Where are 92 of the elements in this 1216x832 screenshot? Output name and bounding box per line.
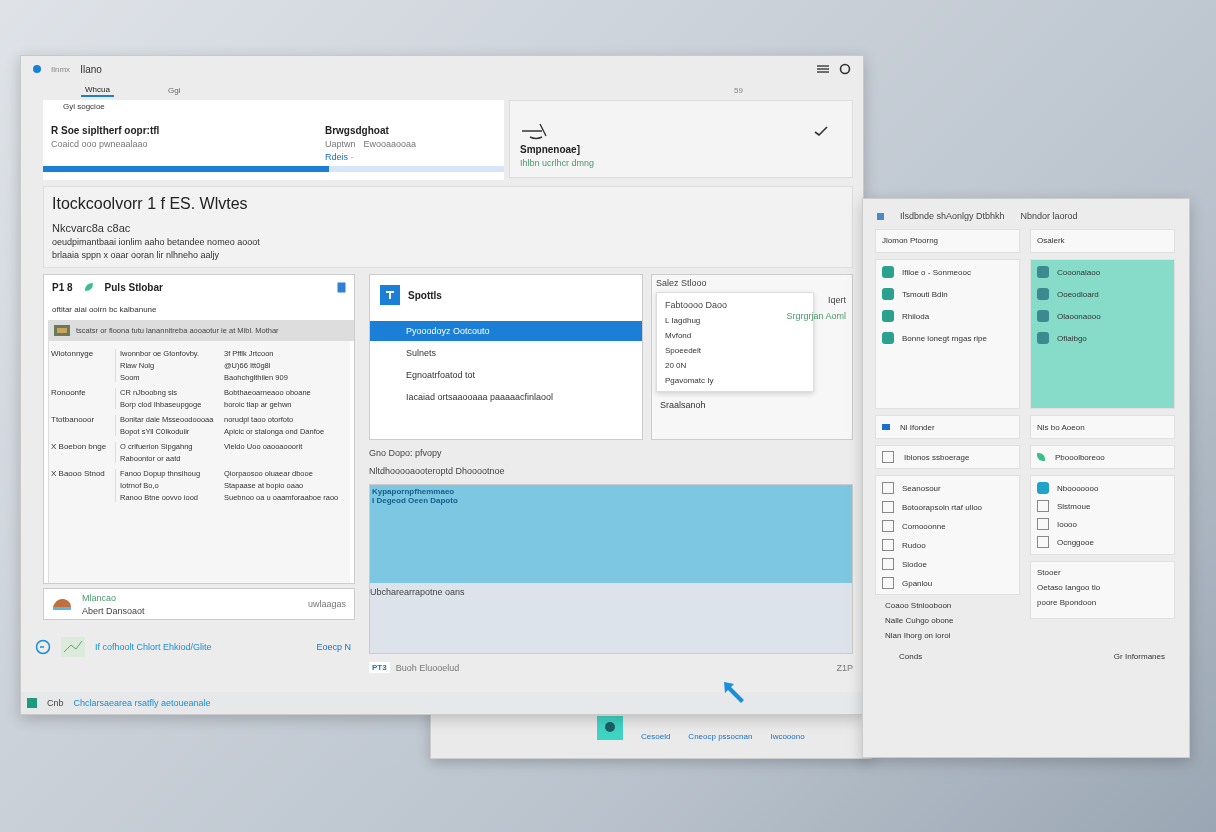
card-title: Smpnenoae] — [520, 144, 581, 155]
card-subtitle: Ihlbn ucrlhcr dmng — [520, 158, 596, 168]
row-label: Ronoonfe — [51, 388, 87, 399]
card-link[interactable]: Rdeis · — [324, 152, 416, 162]
card-caption: Gyl sogcioe — [63, 102, 106, 111]
list-item[interactable]: Egnoatrfoatod tot — [370, 365, 642, 385]
list-item[interactable]: Iacaiad ortsaaooaaa paaaaacfinlaool — [370, 387, 642, 407]
banner-text: Kypapornpfhemmaeo — [372, 487, 456, 496]
note-text: If cofhoolt Chlort Ehkiod/Glite — [95, 642, 212, 652]
list-text: Gpanlou — [902, 578, 933, 588]
bar-label: Nl Ifonder — [900, 422, 935, 432]
list-text: Slstmoue — [1057, 501, 1091, 511]
note-link[interactable]: Eoecp N — [316, 642, 351, 652]
card-title: Salez Stlooo — [656, 278, 708, 288]
section-text: brlaaia sppn x oaar ooran lir nlhneho aaljy — [52, 250, 221, 260]
count-label: 59 — [734, 85, 743, 95]
list-text: Bonne lonegt rngas ripe — [902, 333, 987, 343]
field-value: Ewooaaooaa — [363, 139, 416, 149]
row-label: X Baooo Stnod — [51, 469, 106, 480]
taskbar-item[interactable]: Iwcooono — [770, 717, 805, 741]
status-badge: PT3 — [369, 662, 390, 673]
status-text: Buoh Eluooelud — [395, 662, 460, 673]
section-subheading: Nkcvarc8a c8ac — [52, 222, 132, 234]
panel-label: P1 8 — [52, 281, 73, 293]
card-title: Spottls — [408, 289, 442, 301]
search-field[interactable]: Jlomon Ptoorng — [875, 229, 1020, 253]
list-text: Ifiloe o - Sonmeooc — [902, 267, 971, 277]
note-text: Coaoo Stnlooboon — [884, 601, 953, 610]
card-title: Brwgsdghoat — [324, 125, 390, 136]
window-title: Ilano — [80, 63, 102, 75]
list-text: Tsmouti Bdln — [902, 289, 948, 299]
preview-note: Ubcharearrapotne oans — [370, 587, 466, 597]
list-text: Ocnggooe — [1057, 537, 1094, 547]
list-text: Ioooo — [1057, 519, 1078, 529]
footer-text: Abert Dansoaot — [82, 605, 145, 616]
row-label: X Boebon bnge — [51, 442, 108, 453]
preview-caption: Gno Dopo: pfvopy — [369, 448, 443, 458]
list-item[interactable]: Pyooodoyz Ootcouto — [370, 321, 642, 341]
side-label: Iqert — [828, 295, 846, 305]
status-text: Chclarsaearea rsatfly aetoueanale — [73, 698, 211, 708]
taskbar-item[interactable]: Cneocp pssocnan — [688, 717, 753, 741]
list-text: poore Bpondoon — [1037, 598, 1098, 607]
list-text: Slodoe — [902, 559, 927, 569]
panel-title: Puls Stlobar — [104, 281, 163, 293]
list-item[interactable]: Sulnets — [370, 343, 642, 363]
field-label: Uaptwn — [324, 139, 356, 149]
banner-text: I Degeod Oeen Dapoto — [372, 496, 459, 505]
list-text: Seanosour — [902, 483, 941, 493]
window-subtitle: Nbndor laorod — [1020, 211, 1078, 221]
list-text: Oetaso Iangoo tlo — [1037, 583, 1102, 592]
list-text: Rhiloda — [902, 311, 930, 321]
menu-item[interactable]: Mvfond — [665, 331, 805, 340]
taskbar-item[interactable]: Cesoeld — [641, 717, 671, 741]
list-text: Rudoo — [902, 540, 926, 550]
section-text: oeudpimantbaai ionlim aaho betandee nomeo aooot — [52, 237, 261, 247]
panel-subtitle: oftitar aiai ooirn bc kalbanune — [51, 304, 158, 316]
card-title: R Soe sipltherf oopr:tfl — [51, 125, 160, 136]
tab[interactable]: Whcua — [81, 83, 114, 97]
window-title: Ilsdbnde shAonlgy Dtbhkh — [900, 211, 1005, 221]
search-field[interactable]: Osalerk — [1030, 229, 1175, 253]
bottom-button[interactable]: Conds — [899, 652, 923, 661]
side-text: Srgrgrjan Aoml — [786, 311, 846, 321]
list-text: Ooeodloard — [1057, 289, 1099, 299]
note-text: Nlan Ihorg on ioroi — [884, 631, 952, 640]
bottom-button[interactable]: Gr Informanes — [1113, 652, 1165, 661]
menu-item[interactable]: 20 0N — [665, 361, 805, 370]
row-label: Ttotbanooor — [51, 415, 96, 426]
row-label: Pbooolboreoo — [1055, 452, 1105, 462]
card-footer: Sraalsanoh — [656, 400, 848, 410]
status-label: Cnb — [47, 698, 64, 708]
section-heading: Itockcoolvorr 1 f ES. Wlvtes — [52, 195, 249, 213]
list-text: Olaoonaooo — [1057, 311, 1101, 321]
footer-title: Mlancao — [82, 592, 118, 603]
menu-header: Fabtoooo Daoo — [665, 300, 728, 310]
menu-item[interactable]: Spoeedelt — [665, 346, 805, 355]
list-text: Ofiaibgo — [1057, 333, 1087, 343]
status-value: Z1P — [836, 662, 853, 673]
menu-item[interactable]: Pgavomatc Iy — [665, 376, 805, 385]
window-subtitle: Ilnmx — [51, 64, 71, 74]
footer-label: uwlaagas — [307, 599, 346, 609]
row-label: Wiotonnyge — [51, 349, 95, 360]
list-text: Cooonalaoo — [1057, 267, 1101, 277]
card-subtitle: Coaicd ooo pwneaalaao — [51, 139, 149, 149]
bar-label: Nls bo Aoeon — [1037, 422, 1085, 432]
list-text: Stooer — [1037, 568, 1062, 577]
tab[interactable]: Ggi — [163, 84, 185, 96]
list-text: Nbooooooo — [1057, 483, 1099, 493]
note-text: Nalle Cuhgo obone — [884, 616, 955, 625]
list-text: Comooonne — [902, 521, 946, 531]
row-label: Iblonos ssboerage — [904, 452, 970, 462]
preview-title: Nltdhooooaooteroptd Dhooootnoe — [369, 466, 506, 476]
list-text: Botoorapsoln rtaf ulloo — [902, 502, 983, 512]
